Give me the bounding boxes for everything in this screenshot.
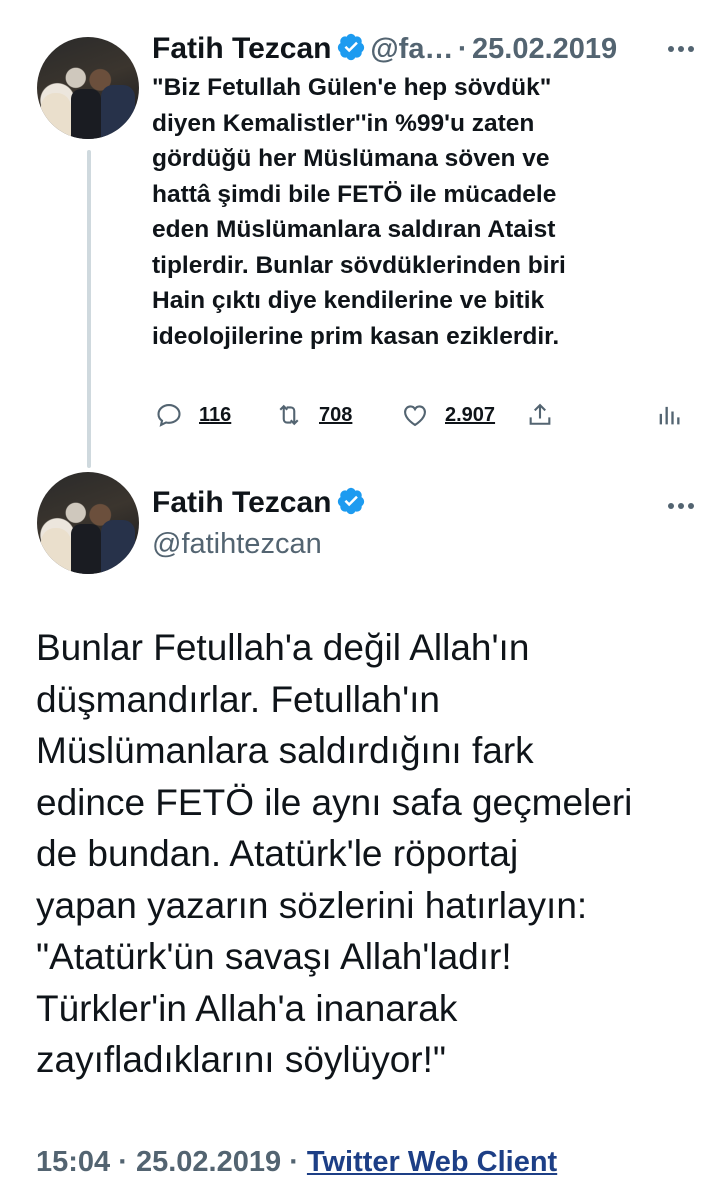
client-link[interactable]: Twitter Web Client xyxy=(307,1146,557,1178)
separator: · xyxy=(457,33,468,65)
more-dots-icon[interactable] xyxy=(668,46,696,54)
separator: · xyxy=(289,1146,299,1178)
author-name[interactable]: Fatih Tezcan xyxy=(152,486,331,519)
separator: · xyxy=(118,1146,128,1178)
reply-tweet-text: "Biz Fetullah Gülen'e hep sövdük" diyen … xyxy=(152,74,566,350)
author-name[interactable]: Fatih Tezcan xyxy=(152,32,331,65)
verified-badge-icon xyxy=(337,33,365,61)
retweet-action[interactable]: 708 xyxy=(275,398,352,432)
reply-icon xyxy=(157,404,181,427)
like-count: 2.907 xyxy=(445,403,496,426)
reply-action[interactable]: 116 xyxy=(155,398,231,432)
analytics-action[interactable] xyxy=(655,398,683,432)
reply-count: 116 xyxy=(199,403,232,426)
analytics-icon xyxy=(659,406,680,425)
author-handle[interactable]: @fa… xyxy=(370,33,453,65)
avatar[interactable] xyxy=(37,472,139,574)
reply-tweet-header: Fatih Tezcan @fa… · 25.02.2019 xyxy=(152,32,617,66)
thread-line xyxy=(87,150,91,468)
retweet-count: 708 xyxy=(319,403,353,426)
main-tweet-text: Bunlar Fetullah'a değil Allah'ın düşmand… xyxy=(36,627,633,1080)
retweet-icon xyxy=(279,404,299,426)
share-icon xyxy=(529,403,551,425)
tweet-date[interactable]: 25.02.2019 xyxy=(136,1146,281,1178)
tweet-meta: 15:04 · 25.02.2019 · Twitter Web Client xyxy=(36,1146,557,1179)
like-action[interactable]: 2.907 xyxy=(401,398,495,432)
main-tweet-author-row: Fatih Tezcan xyxy=(152,486,366,520)
share-action[interactable] xyxy=(526,398,554,432)
heart-icon xyxy=(404,405,426,427)
verified-badge-icon xyxy=(337,487,365,515)
tweet-time[interactable]: 15:04 xyxy=(36,1146,110,1178)
more-dots-icon[interactable] xyxy=(668,503,696,511)
avatar[interactable] xyxy=(37,37,139,139)
tweet-date[interactable]: 25.02.2019 xyxy=(472,33,617,65)
author-handle[interactable]: @fatihtezcan xyxy=(152,528,322,561)
